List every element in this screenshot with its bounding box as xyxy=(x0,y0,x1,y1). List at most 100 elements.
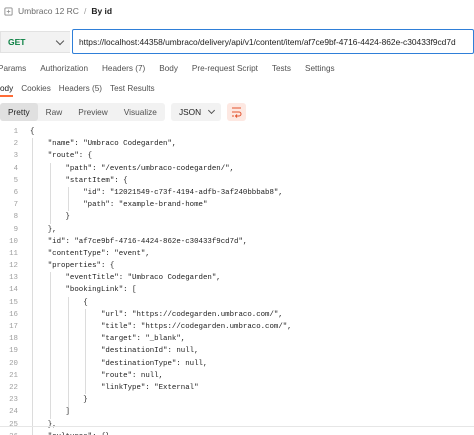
code-line: 6 "id": "12021549-c73f-4194-adfb-3af240b… xyxy=(0,187,474,199)
request-bar: GET https://localhost:44358/umbraco/deli… xyxy=(0,27,474,55)
tab-authorization[interactable]: Authorization xyxy=(40,64,88,73)
code-text: "route": { xyxy=(30,152,93,161)
indent-guide xyxy=(49,162,51,224)
line-number: 6 xyxy=(13,188,18,197)
method-label: GET xyxy=(8,37,26,47)
line-number: 8 xyxy=(13,213,18,222)
tab-test-results[interactable]: Test Results xyxy=(110,84,155,93)
line-number: 4 xyxy=(13,164,18,173)
code-line: 24 ] xyxy=(0,406,474,418)
code-text: "eventTitle": "Umbraco Codegarden", xyxy=(30,274,221,283)
code-line: 4 "path": "/events/umbraco-codegarden/", xyxy=(0,163,474,175)
line-number: 2 xyxy=(13,140,18,149)
request-tabs: Params Authorization Headers (7) Body Pr… xyxy=(0,60,474,77)
bottom-divider xyxy=(0,426,474,427)
wrap-lines-button[interactable] xyxy=(227,103,246,121)
breadcrumb-collection[interactable]: Umbraco 12 RC xyxy=(18,6,79,16)
code-line: 8 } xyxy=(0,211,474,223)
code-text: "contentType": "event", xyxy=(30,249,150,258)
line-number: 14 xyxy=(9,286,18,295)
code-text: { xyxy=(30,128,35,136)
code-line: 3 "route": { xyxy=(0,150,474,162)
wrap-lines-icon xyxy=(232,107,242,118)
line-number: 26 xyxy=(0,431,18,435)
line-number: 18 xyxy=(9,335,18,344)
url-input[interactable]: https://localhost:44358/umbraco/delivery… xyxy=(72,29,474,54)
indent-guide xyxy=(67,296,69,407)
code-line: 7 "path": "example-brand-home" xyxy=(0,199,474,211)
view-raw-button[interactable]: Raw xyxy=(38,103,71,121)
tab-headers[interactable]: Headers (7) xyxy=(102,64,145,73)
code-text: "linkType": "External" xyxy=(30,383,199,392)
response-body-code[interactable]: 1{2 "name": "Umbraco Codegarden", 3 "rout… xyxy=(0,126,474,435)
line-number: 1 xyxy=(13,128,18,136)
line-number: 16 xyxy=(9,310,18,319)
code-text: "path": "example-brand-home" xyxy=(30,201,208,210)
code-text: { xyxy=(30,298,88,307)
code-text: "name": "Umbraco Codegarden", xyxy=(30,140,177,149)
code-line: 18 "target": "_blank", xyxy=(0,333,474,345)
line-number: 25 xyxy=(9,420,18,429)
code-line: 1{ xyxy=(0,126,474,138)
code-line: 5 "startItem": { xyxy=(0,175,474,187)
code-line: 9 }, xyxy=(0,224,474,236)
tab-response-headers[interactable]: Headers (5) xyxy=(59,84,102,93)
code-line: 26 "cultures": {} xyxy=(0,431,474,435)
line-number: 9 xyxy=(13,225,18,234)
breadcrumb-separator: / xyxy=(83,6,87,16)
line-number: 24 xyxy=(9,408,18,417)
code-text: "path": "/events/umbraco-codegarden/", xyxy=(30,164,235,173)
code-line: 17 "title": "https://codegarden.umbraco.… xyxy=(0,321,474,333)
line-number: 13 xyxy=(9,274,18,283)
line-number: 23 xyxy=(9,396,18,405)
response-toolbar: Pretty Raw Preview Visualize JSON xyxy=(0,103,474,123)
view-visualize-button[interactable]: Visualize xyxy=(116,103,165,121)
tab-params[interactable]: Params xyxy=(0,64,26,73)
code-text: "title": "https://codegarden.umbraco.com… xyxy=(30,323,292,331)
tab-tests[interactable]: Tests xyxy=(272,64,291,73)
view-preview-button[interactable]: Preview xyxy=(70,103,116,121)
breadcrumb: Umbraco 12 RC / By id xyxy=(0,0,474,22)
code-line: 20 "destinationType": null, xyxy=(0,358,474,370)
code-text: "id": "af7ce9bf-4716-4424-862e-c30433f9c… xyxy=(30,237,248,246)
tab-cookies[interactable]: Cookies xyxy=(21,84,51,93)
code-line: 10 "id": "af7ce9bf-4716-4424-862e-c30433… xyxy=(0,236,474,248)
line-number: 20 xyxy=(9,359,18,368)
code-line: 25 }, xyxy=(0,419,474,431)
line-number: 21 xyxy=(9,371,18,380)
view-mode-group: Pretty Raw Preview Visualize xyxy=(0,103,165,121)
tab-pre-request-script[interactable]: Pre-request Script xyxy=(192,64,258,73)
line-number: 10 xyxy=(9,237,18,246)
code-text: "cultures": {} xyxy=(30,431,110,435)
line-number: 11 xyxy=(9,249,18,258)
tab-settings[interactable]: Settings xyxy=(305,64,335,73)
line-number: 15 xyxy=(9,298,18,307)
line-number: 7 xyxy=(13,201,18,210)
code-text: "bookingLink": [ xyxy=(30,286,137,295)
code-line: 14 "bookingLink": [ xyxy=(0,284,474,296)
code-line: 12 "properties": { xyxy=(0,260,474,272)
view-pretty-button[interactable]: Pretty xyxy=(0,103,38,121)
response-tabs: ody Cookies Headers (5) Test Results xyxy=(0,80,474,97)
method-select[interactable]: GET xyxy=(0,31,70,53)
code-line: 22 "linkType": "External" xyxy=(0,382,474,394)
code-line: 13 "eventTitle": "Umbraco Codegarden", xyxy=(0,272,474,284)
tab-body[interactable]: Body xyxy=(159,64,178,73)
tab-response-body[interactable]: ody xyxy=(0,84,14,97)
code-text: "startItem": { xyxy=(30,176,128,185)
code-text: "target": "_blank", xyxy=(30,335,186,344)
code-line: 15 { xyxy=(0,297,474,309)
indent-guide xyxy=(67,187,69,212)
code-text: }, xyxy=(30,420,57,429)
code-line: 16 "url": "https://codegarden.umbraco.co… xyxy=(0,309,474,321)
line-number: 19 xyxy=(9,347,18,356)
code-line: 2 "name": "Umbraco Codegarden", xyxy=(0,138,474,150)
code-line: 11 "contentType": "event", xyxy=(0,248,474,260)
line-number: 22 xyxy=(9,383,18,392)
breadcrumb-request[interactable]: By id xyxy=(91,6,112,16)
code-text: "properties": { xyxy=(30,262,115,271)
chevron-down-icon xyxy=(55,36,65,45)
http-request-icon xyxy=(4,6,13,16)
code-line: 19 "destinationId": null, xyxy=(0,345,474,357)
format-select[interactable]: JSON xyxy=(171,103,221,121)
